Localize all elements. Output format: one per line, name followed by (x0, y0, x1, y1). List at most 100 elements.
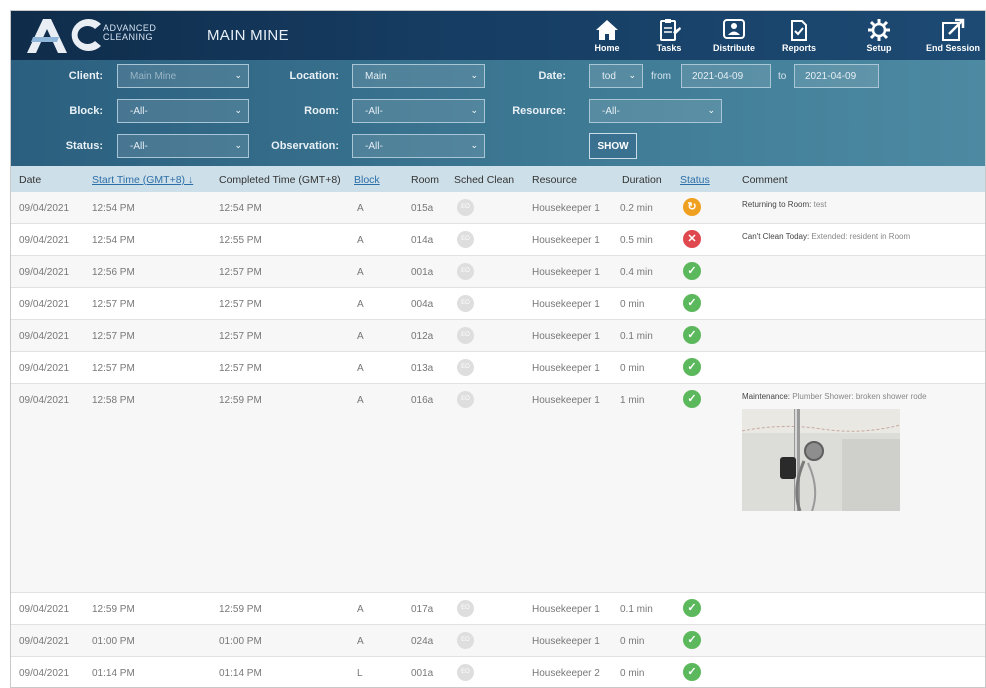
cell-date: 09/04/2021 (19, 331, 70, 342)
cell-room: 004a (411, 299, 434, 310)
distribute-icon (723, 19, 745, 39)
table-row: 09/04/2021 12:54 PM 12:54 PM A 015a Housekeep… (11, 192, 985, 224)
cell-block: A (357, 267, 364, 278)
comment-text: test (811, 200, 827, 209)
show-button[interactable]: SHOW (589, 133, 637, 159)
client-select[interactable]: Main Mine ⌄ (117, 64, 249, 88)
location-select[interactable]: Main ⌄ (352, 64, 485, 88)
col-sched-clean: Sched Clean (454, 174, 515, 186)
cell-duration: 1 min (620, 395, 645, 406)
observation-select[interactable]: -All- ⌄ (352, 134, 485, 158)
check-circle-icon[interactable]: ✓ (683, 390, 701, 408)
cell-comment: Maintenance: Plumber Shower: broken show… (742, 392, 927, 401)
ac-logo (27, 19, 101, 53)
cell-date: 09/04/2021 (19, 267, 70, 278)
cell-block: L (357, 668, 363, 679)
comment-label: Can't Clean Today: (742, 232, 810, 241)
cell-start-time: 12:59 PM (92, 604, 135, 615)
chevron-down-icon: ⌄ (470, 140, 478, 150)
col-start-time-sort[interactable]: Start Time (GMT+8) ↓ (92, 174, 193, 186)
cell-completed-time: 01:00 PM (219, 636, 262, 647)
nav-home-button[interactable]: Home (577, 11, 637, 60)
col-resource: Resource (532, 174, 577, 186)
nav-setup-button[interactable]: Setup (849, 11, 909, 60)
cell-duration: 0 min (620, 668, 645, 679)
cell-start-time: 01:00 PM (92, 636, 135, 647)
nav-reports-button[interactable]: Reports (769, 11, 829, 60)
nav-distribute-button[interactable]: Distribute (704, 11, 764, 60)
status-label: Status: (65, 140, 103, 152)
sched-clean-badge: EO (457, 231, 474, 248)
cell-resource: Housekeeper 2 (532, 668, 600, 679)
sched-clean-badge: EO (457, 600, 474, 617)
check-circle-icon[interactable]: ✓ (683, 358, 701, 376)
cell-block: A (357, 299, 364, 310)
status-select[interactable]: -All- ⌄ (117, 134, 249, 158)
check-circle-icon[interactable]: ✓ (683, 631, 701, 649)
nav-end-session-button[interactable]: End Session (921, 11, 985, 60)
cell-resource: Housekeeper 1 (532, 235, 600, 246)
x-circle-icon[interactable]: ✕ (683, 230, 701, 248)
sched-clean-badge: EO (457, 327, 474, 344)
sched-clean-badge: EO (457, 359, 474, 376)
col-block-sort[interactable]: Block (354, 174, 380, 186)
location-label: Location: (289, 70, 340, 82)
brand-text: ADVANCED CLEANING (103, 23, 157, 42)
table-row: 09/04/2021 12:54 PM 12:55 PM A 014a Housekeep… (11, 224, 985, 256)
room-select[interactable]: -All- ⌄ (352, 99, 485, 123)
cell-date: 09/04/2021 (19, 363, 70, 374)
check-circle-icon[interactable]: ✓ (683, 294, 701, 312)
cell-duration: 0 min (620, 299, 645, 310)
cell-resource: Housekeeper 1 (532, 636, 600, 647)
cell-start-time: 12:58 PM (92, 395, 135, 406)
cell-room: 017a (411, 604, 434, 615)
cell-resource: Housekeeper 1 (532, 267, 600, 278)
cell-resource: Housekeeper 1 (532, 363, 600, 374)
table-row: 09/04/2021 12:57 PM 12:57 PM A 004a Housekeep… (11, 288, 985, 320)
cell-completed-time: 01:14 PM (219, 668, 262, 679)
cell-date: 09/04/2021 (19, 636, 70, 647)
room-label: Room: (304, 105, 339, 117)
maintenance-photo[interactable] (742, 409, 900, 511)
return-circle-icon[interactable]: ↻ (683, 198, 701, 216)
comment-text: Plumber Shower: broken shower rode (790, 392, 927, 401)
cell-date: 09/04/2021 (19, 604, 70, 615)
table-row: 09/04/2021 12:56 PM 12:57 PM A 001a Housekeep… (11, 256, 985, 288)
cell-room: 001a (411, 267, 434, 278)
col-room: Room (411, 174, 440, 186)
check-circle-icon[interactable]: ✓ (683, 326, 701, 344)
cell-block: A (357, 604, 364, 615)
cell-block: A (357, 203, 364, 214)
cell-start-time: 12:54 PM (92, 203, 135, 214)
cell-duration: 0.1 min (620, 604, 653, 615)
check-circle-icon[interactable]: ✓ (683, 262, 701, 280)
sched-clean-badge: EO (457, 664, 474, 681)
cell-resource: Housekeeper 1 (532, 395, 600, 406)
cell-start-time: 12:56 PM (92, 267, 135, 278)
sched-clean-badge: EO (457, 632, 474, 649)
cell-resource: Housekeeper 1 (532, 331, 600, 342)
from-date-input[interactable]: 2021-04-09 (681, 64, 771, 88)
cell-date: 09/04/2021 (19, 203, 70, 214)
check-circle-icon[interactable]: ✓ (683, 663, 701, 681)
cell-room: 024a (411, 636, 434, 647)
to-date-input[interactable]: 2021-04-09 (794, 64, 879, 88)
cell-duration: 0.4 min (620, 267, 653, 278)
cell-duration: 0.5 min (620, 235, 653, 246)
sched-clean-badge: EO (457, 263, 474, 280)
cell-duration: 0.1 min (620, 331, 653, 342)
resource-select[interactable]: -All- ⌄ (589, 99, 722, 123)
col-comment: Comment (742, 174, 788, 186)
cell-completed-time: 12:57 PM (219, 267, 262, 278)
nav-tasks-button[interactable]: Tasks (639, 11, 699, 60)
check-circle-icon[interactable]: ✓ (683, 599, 701, 617)
date-mode-select[interactable]: tod ⌄ (589, 64, 643, 88)
block-select[interactable]: -All- ⌄ (117, 99, 249, 123)
cell-room: 015a (411, 203, 434, 214)
col-status-sort[interactable]: Status (680, 174, 710, 186)
cell-resource: Housekeeper 1 (532, 203, 600, 214)
table-row: 09/04/2021 12:58 PM 12:59 PM A 016a Housekeep… (11, 384, 985, 593)
cell-duration: 0 min (620, 636, 645, 647)
table-row: 09/04/2021 01:00 PM 01:00 PM A 024a Housekeep… (11, 625, 985, 657)
to-label: to (778, 71, 787, 82)
